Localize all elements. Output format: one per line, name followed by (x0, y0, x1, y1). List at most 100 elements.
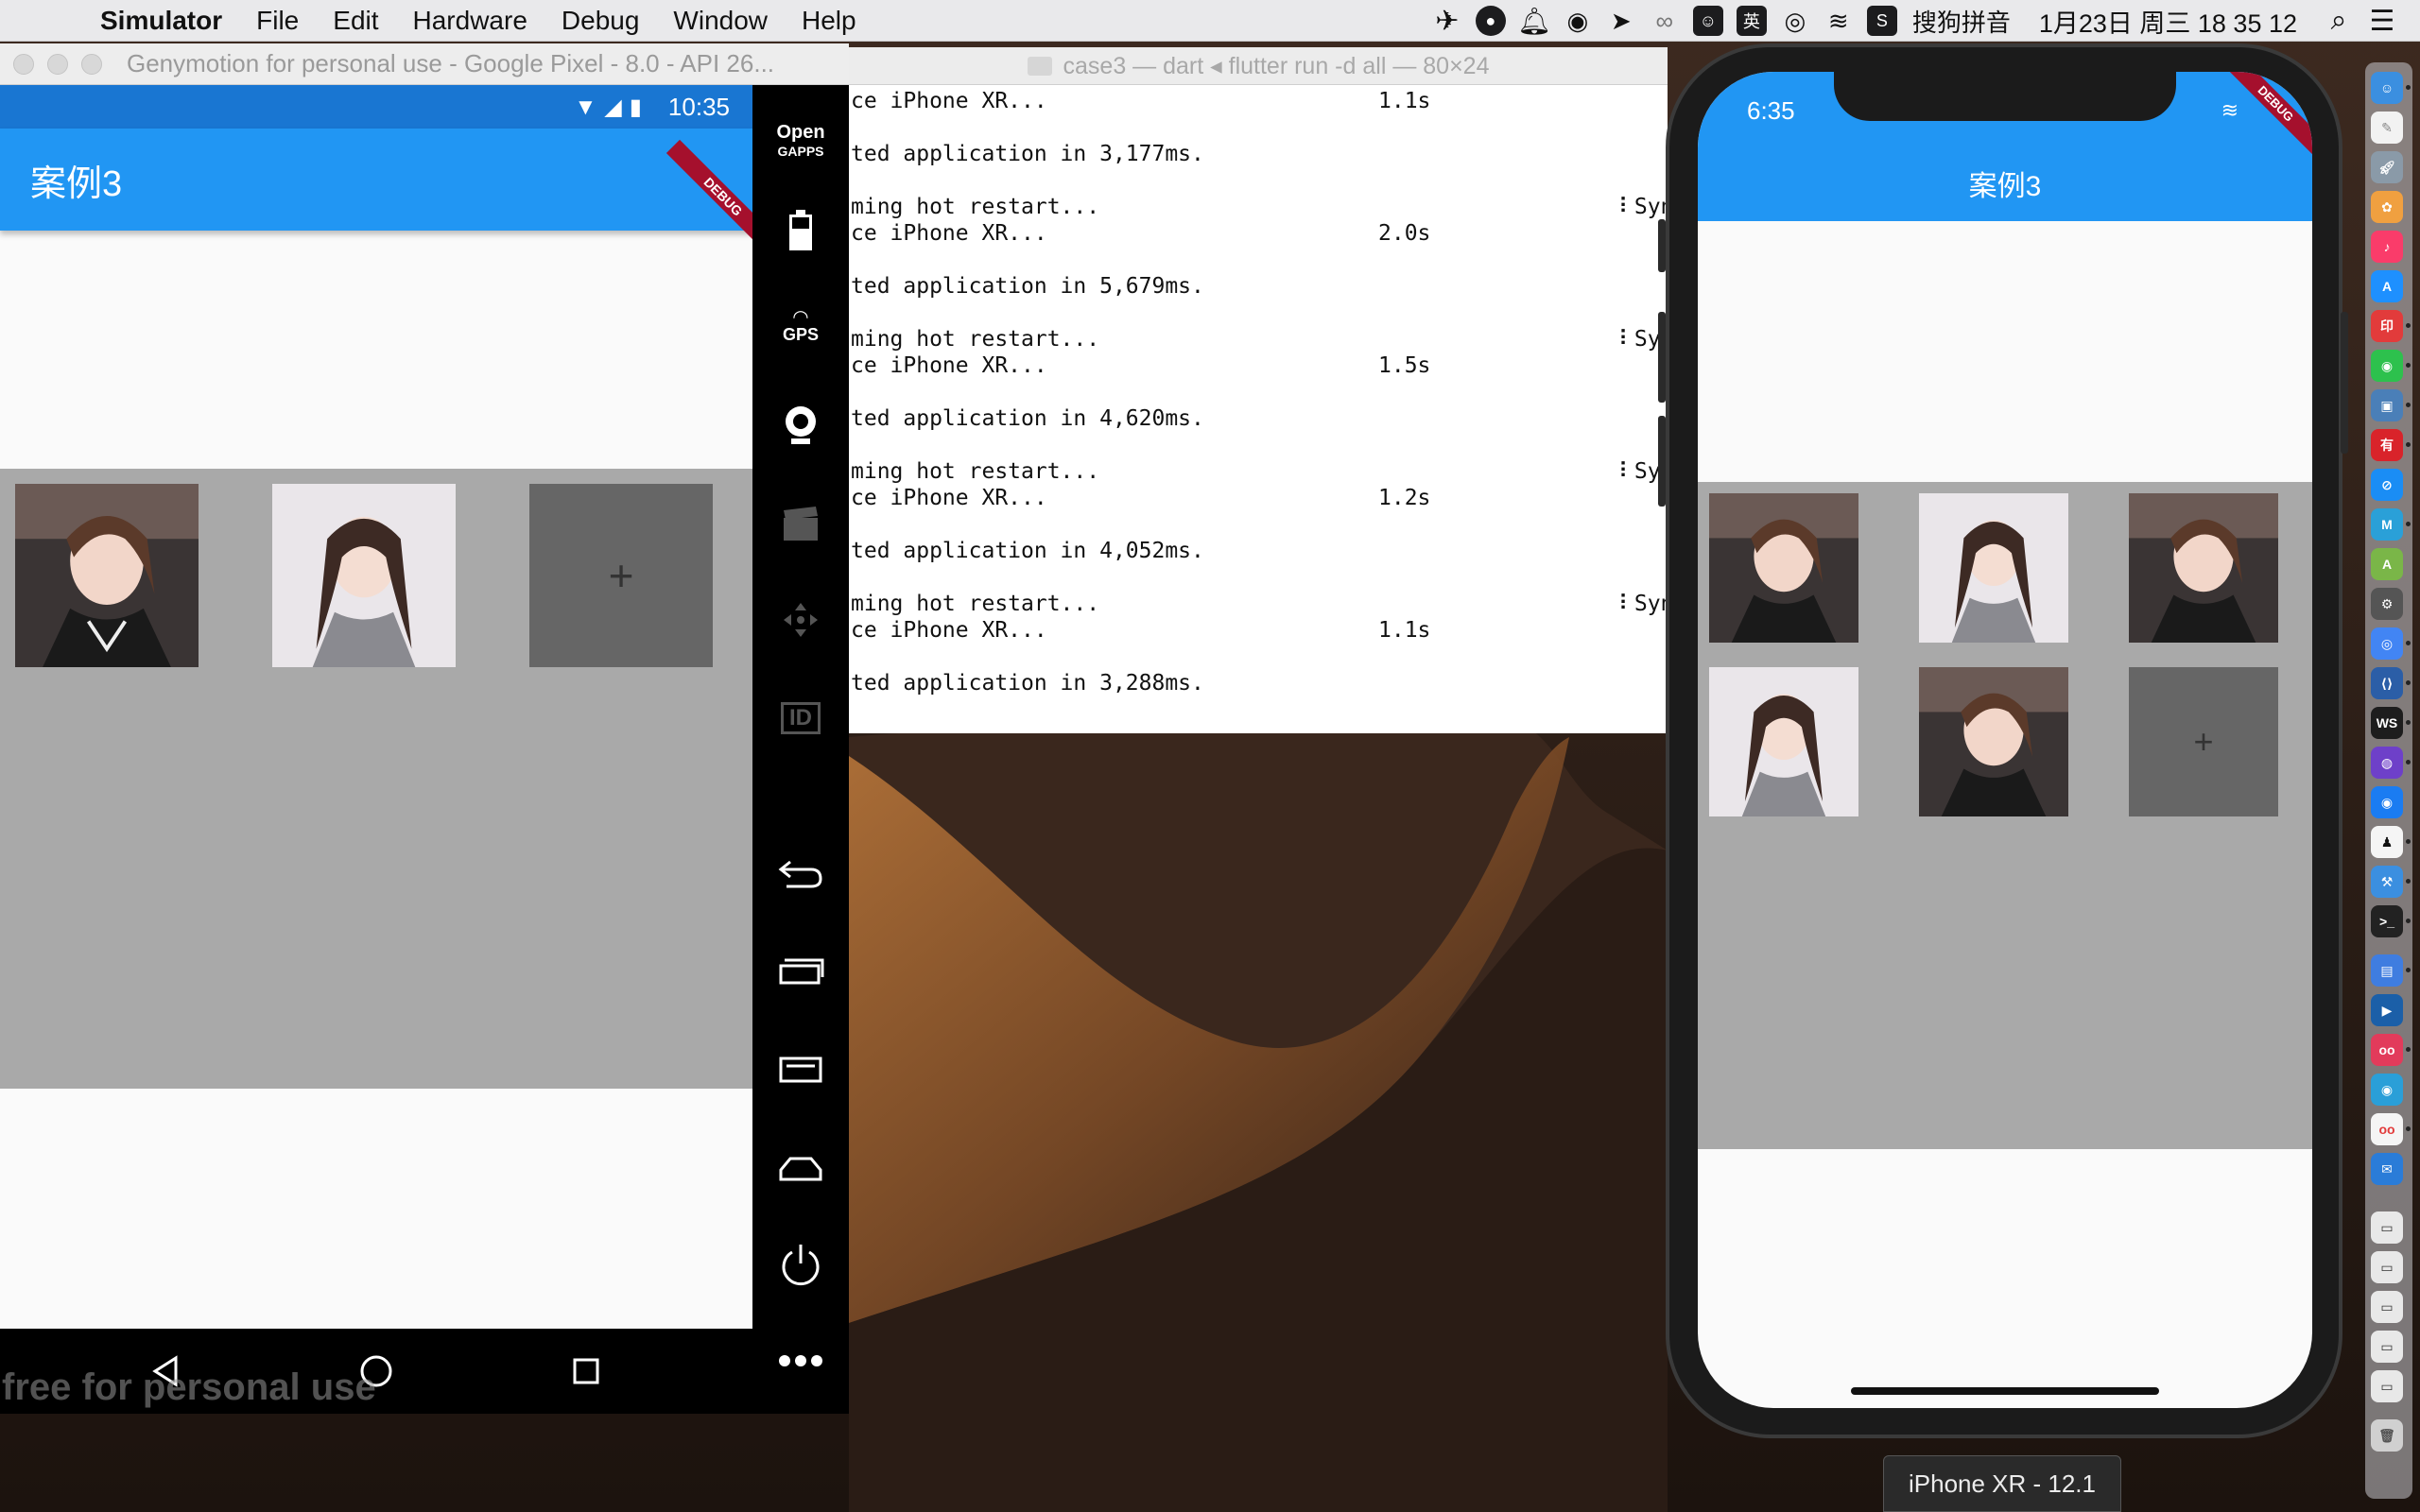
android-recents-icon[interactable] (558, 1343, 614, 1400)
more-options-icon[interactable] (752, 1342, 849, 1380)
webcam-icon[interactable] (752, 397, 849, 454)
document-stack-icon[interactable]: ▭ (2371, 1251, 2403, 1283)
ime-lang-icon[interactable]: 英 (1736, 6, 1767, 36)
menu-app-name[interactable]: Simulator (100, 6, 222, 36)
terminal-line: ted application in 3,177ms. (851, 142, 1204, 166)
bird-icon[interactable]: ✈ (1432, 6, 1462, 37)
iphone-photo-1[interactable] (1709, 493, 1858, 643)
close-button[interactable] (13, 53, 34, 75)
android-photo-2[interactable] (272, 484, 456, 667)
open-gapps-label-bottom: GAPPS (777, 144, 824, 159)
terminal-duration: 1.1s (1378, 89, 1431, 113)
open-gapps-button[interactable]: Open GAPPS (752, 113, 849, 170)
preview-icon[interactable]: ▣ (2371, 389, 2403, 421)
genymotion-icon[interactable]: oo (2371, 1034, 2403, 1066)
home-icon[interactable] (752, 1140, 849, 1196)
terminal-output[interactable]: ce iPhone XR... 1.1s ted application in … (849, 85, 1668, 733)
genymotion-titlebar[interactable]: Genymotion for personal use - Google Pix… (0, 43, 849, 85)
sogou-icon[interactable]: S (1866, 6, 1897, 36)
finder-icon[interactable]: ☺ (2371, 72, 2403, 104)
back-arrow-icon[interactable] (752, 845, 849, 902)
send-icon[interactable]: ➤ (1606, 6, 1636, 36)
wechat-icon[interactable]: ◉ (1563, 6, 1593, 36)
terminal-icon[interactable]: >_ (2371, 905, 2403, 937)
genymotion-player-icon[interactable]: oo (2371, 1113, 2403, 1145)
device-id-label: ID (781, 702, 821, 734)
recent-stack-icon[interactable]: ▭ (2371, 1370, 2403, 1402)
minimize-button[interactable] (47, 53, 68, 75)
android-app-title: 案例3 (30, 163, 123, 204)
media-clapperboard-icon[interactable] (752, 495, 849, 552)
iphone-photo-4[interactable] (1709, 667, 1858, 816)
notification-center-icon[interactable]: ☰ (2367, 6, 2397, 37)
terminal-line: ted application in 4,620ms. (851, 406, 1204, 431)
recent-apps-icon[interactable] (752, 943, 849, 1000)
wechat-dock-icon[interactable]: ◉ (2371, 350, 2403, 382)
screenshot-stack-icon[interactable]: ▭ (2371, 1291, 2403, 1323)
chrome-icon[interactable]: ◎ (2371, 627, 2403, 660)
smiley-icon[interactable]: ☺ (1692, 6, 1723, 36)
search-bubble-icon[interactable]: ◎ (1780, 6, 1810, 36)
iphone-photo-3[interactable] (2129, 493, 2278, 643)
app-status-icon[interactable]: ● (1475, 6, 1506, 36)
youdao-icon[interactable]: 有 (2371, 429, 2403, 461)
iphone-photo-2[interactable] (1919, 493, 2068, 643)
menu-icon[interactable] (752, 1041, 849, 1098)
safari-icon[interactable]: ⊘ (2371, 469, 2403, 501)
bell-icon[interactable]: 🔔︎ (1517, 6, 1551, 36)
folder-stack-icon[interactable]: ▭ (2371, 1331, 2403, 1363)
dpad-icon[interactable] (752, 592, 849, 648)
android-add-image-button[interactable]: + (529, 484, 713, 667)
launchpad-icon[interactable]: 🚀︎ (2371, 151, 2403, 183)
terminal-duration: 1.1s (1378, 618, 1431, 643)
teamviewer-icon[interactable]: ◉ (2371, 1074, 2403, 1106)
music-icon[interactable]: ♪ (2371, 231, 2403, 263)
system-preferences-icon[interactable]: ⚙ (2371, 588, 2403, 620)
iphone-volume-down[interactable] (1658, 416, 1666, 507)
iphone-status-time: 6:35 (1747, 96, 1795, 125)
notes-icon[interactable]: ✎ (2371, 112, 2403, 144)
app-store-icon[interactable]: A (2371, 270, 2403, 302)
menu-debug[interactable]: Debug (562, 6, 640, 36)
menu-edit[interactable]: Edit (333, 6, 378, 36)
ime-label[interactable]: 搜狗拼音 (1912, 4, 2011, 39)
trash-icon[interactable]: 🗑︎ (2371, 1419, 2403, 1452)
github-icon[interactable]: ◍ (2371, 747, 2403, 779)
vscode-icon[interactable]: ⟨⟩ (2371, 667, 2403, 699)
simulator-icon[interactable]: ▤ (2371, 954, 2403, 987)
gps-button[interactable]: ◠ GPS (752, 299, 849, 355)
iphone-home-indicator[interactable] (1851, 1387, 2159, 1395)
creative-cloud-icon[interactable]: ∞ (1650, 6, 1680, 36)
device-id-button[interactable]: ID (752, 690, 849, 747)
iphone-add-image-button[interactable]: + (2129, 667, 2278, 816)
mail-icon[interactable]: ✉ (2371, 1153, 2403, 1185)
zoom-button[interactable] (81, 53, 102, 75)
menu-hardware[interactable]: Hardware (413, 6, 527, 36)
terminal-line: ce iPhone XR... (851, 618, 1047, 643)
menu-window[interactable]: Window (673, 6, 768, 36)
battery-icon[interactable] (752, 202, 849, 259)
iphone-volume-up[interactable] (1658, 312, 1666, 403)
iphone-power-button[interactable] (2341, 312, 2348, 454)
power-icon[interactable] (752, 1236, 849, 1293)
spotlight-search-icon[interactable]: ⌕ (2324, 5, 2354, 36)
xcode-icon[interactable]: ⚒ (2371, 866, 2403, 898)
downloads-stack-icon[interactable]: ▭ (2371, 1211, 2403, 1244)
webstorm-icon[interactable]: WS (2371, 707, 2403, 739)
menu-file[interactable]: File (256, 6, 299, 36)
qq-mail-icon[interactable]: 印 (2371, 310, 2403, 342)
android-studio-icon[interactable]: A (2371, 548, 2403, 580)
terminal-titlebar[interactable]: case3 — dart ◂ flutter run -d all — 80×2… (849, 47, 1668, 85)
qq-icon[interactable]: ♟ (2371, 826, 2403, 858)
iphone-photo-5[interactable] (1919, 667, 2068, 816)
menubar-clock[interactable]: 1月23日 周三 18 35 12 (2039, 3, 2297, 40)
menu-help[interactable]: Help (802, 6, 856, 36)
android-photo-1[interactable] (15, 484, 199, 667)
terminal-duration: 2.0s (1378, 221, 1431, 246)
quicktime-icon[interactable]: ▶ (2371, 994, 2403, 1026)
iphone-mute-switch[interactable] (1658, 219, 1666, 272)
markdown-icon[interactable]: M (2371, 508, 2403, 541)
photos-icon[interactable]: ✿ (2371, 191, 2403, 223)
location-icon[interactable]: ◉ (2371, 786, 2403, 818)
wifi-icon[interactable]: ≋ (1824, 6, 1854, 36)
